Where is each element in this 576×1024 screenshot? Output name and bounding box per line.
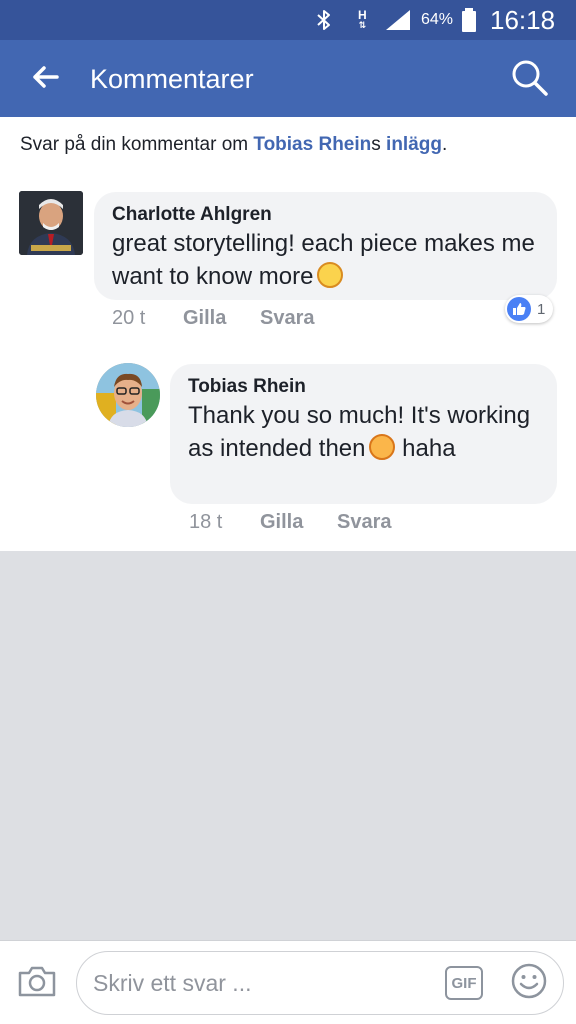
like-button[interactable]: Gilla <box>260 511 303 534</box>
search-icon <box>510 58 550 103</box>
camera-icon <box>17 964 57 1003</box>
comment-bubble[interactable]: Charlotte Ahlgren great storytelling! ea… <box>94 192 557 300</box>
status-bar: H ⇅ 64% 16:18 <box>0 0 576 40</box>
reply-button[interactable]: Svara <box>260 307 315 330</box>
like-button[interactable]: Gilla <box>183 307 226 330</box>
thumbs-up-icon <box>507 297 531 321</box>
emoji-button[interactable] <box>511 963 547 1004</box>
network-h-icon: H ⇅ <box>358 8 367 30</box>
comment-time: 18 t <box>189 511 223 533</box>
reply-context: Svar på din kommentar om Tobias Rheins i… <box>20 134 447 156</box>
comments-panel: Svar på din kommentar om Tobias Rheins i… <box>0 117 576 551</box>
reply-context-suffix: . <box>442 134 448 155</box>
page-title: Kommentarer <box>90 64 254 94</box>
reply-context-possessive: s <box>371 134 387 155</box>
reply-input-container: GIF <box>76 951 564 1015</box>
reply-context-text: Svar på din kommentar om <box>20 134 254 155</box>
comment-time: 20 t <box>112 307 146 329</box>
reaction-summary[interactable]: 1 <box>505 295 553 323</box>
reaction-count: 1 <box>537 300 546 318</box>
battery-percent: 64% <box>421 11 454 28</box>
camera-button[interactable] <box>16 963 58 1003</box>
tongue-out-emoji-icon <box>369 434 396 460</box>
comment-bubble[interactable]: Tobias Rhein Thank you so much! It's wor… <box>170 364 557 504</box>
comment-text: Thank you so much! It's working as inten… <box>188 402 531 462</box>
status-time: 16:18 <box>490 4 556 35</box>
gif-button[interactable]: GIF <box>445 966 483 1000</box>
arrow-left-icon <box>31 65 59 94</box>
reply-composer: GIF <box>0 940 576 1024</box>
signal-icon <box>384 0 412 40</box>
post-author-link[interactable]: Tobias Rhein <box>253 134 371 155</box>
reply-input[interactable] <box>93 952 433 1014</box>
post-link[interactable]: inlägg <box>386 134 442 155</box>
app-header: Kommentarer <box>0 40 576 117</box>
avatar[interactable] <box>96 363 160 427</box>
smiley-icon <box>511 963 547 1004</box>
comment-author[interactable]: Tobias Rhein <box>188 375 539 399</box>
reply-button[interactable]: Svara <box>337 511 392 534</box>
search-button[interactable] <box>506 56 554 104</box>
back-button[interactable] <box>24 58 66 100</box>
comment-text: great storytelling! each piece makes me … <box>112 230 535 290</box>
avatar[interactable] <box>19 191 83 255</box>
comment-author[interactable]: Charlotte Ahlgren <box>112 203 539 227</box>
bluetooth-icon <box>316 0 332 40</box>
battery-icon <box>461 0 477 40</box>
slightly-smiling-emoji-icon <box>317 262 344 288</box>
